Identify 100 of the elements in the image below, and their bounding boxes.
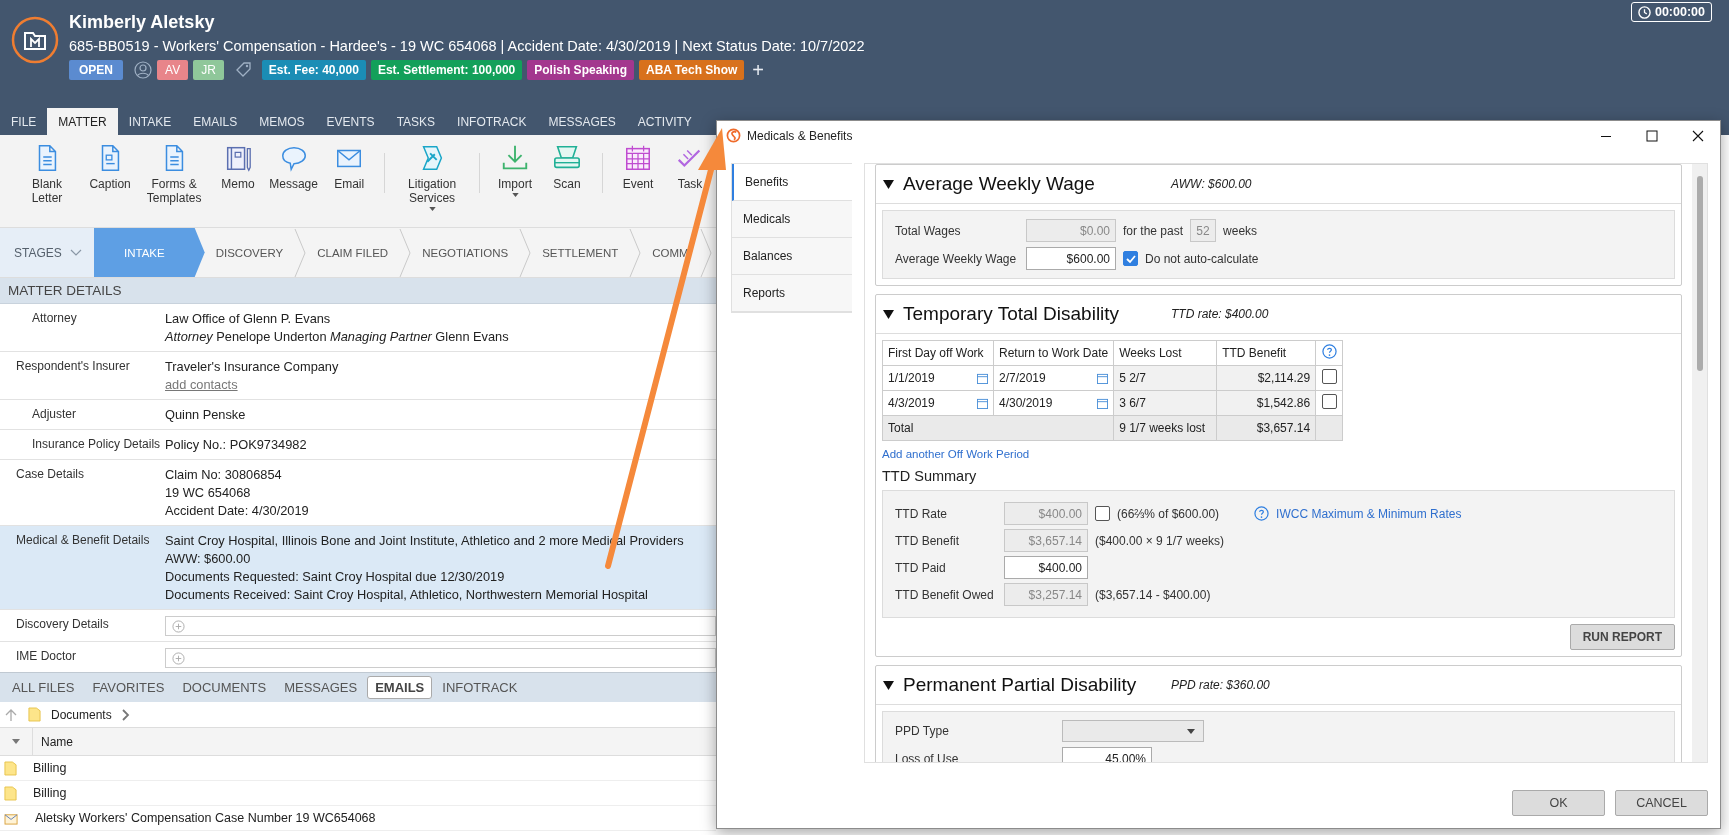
toolbar-button[interactable]: Caption: [84, 139, 137, 195]
table-cell: 5 2/7: [1113, 365, 1217, 391]
detail-row[interactable]: IME Doctor: [0, 642, 716, 672]
menu-tab[interactable]: INTAKE: [117, 108, 183, 135]
close-icon[interactable]: [1692, 129, 1704, 142]
detail-value: Documents Requested: Saint Croy Hospital due 12/30/2019: [165, 568, 506, 586]
stage-step[interactable]: DISCOVERY: [204, 228, 295, 277]
menu-tab[interactable]: FILE: [0, 108, 48, 135]
toolbar-button[interactable]: Litigation Services: [394, 139, 471, 215]
up-arrow-icon[interactable]: [4, 707, 18, 722]
table-cell: 9 1/7 weeks lost: [1113, 415, 1217, 441]
detail-row[interactable]: Attorney Law Office of Glenn P. Evans Attorney Penelope Underton Managing Partner Glenn Evans: [0, 304, 716, 352]
menu-tab[interactable]: EVENTS: [315, 108, 386, 135]
file-name[interactable]: Billing: [33, 786, 67, 800]
add-field[interactable]: [165, 616, 716, 636]
toolbar-button[interactable]: Email: [323, 139, 376, 195]
stages-dropdown[interactable]: STAGES: [0, 228, 94, 277]
detail-row[interactable]: Respondent's Insurer Traveler's Insurance Company add contacts: [0, 352, 716, 400]
run-report-button[interactable]: RUN REPORT: [1569, 624, 1675, 650]
breadcrumb-folder[interactable]: Documents: [51, 707, 112, 722]
help-icon[interactable]: [1321, 344, 1337, 359]
menu-tab[interactable]: ACTIVITY: [626, 108, 703, 135]
menu-tab[interactable]: EMAILS: [182, 108, 249, 135]
menu-tab[interactable]: TASKS: [385, 108, 447, 135]
document-category-tab[interactable]: ALL FILES: [4, 676, 83, 699]
menu-tab[interactable]: MEMOS: [248, 108, 316, 135]
caret-icon: [1187, 728, 1195, 734]
document-category-tab[interactable]: DOCUMENTS: [174, 676, 275, 699]
document-category-tab[interactable]: MESSAGES: [276, 676, 366, 699]
section-title: Average Weekly Wage: [903, 173, 1096, 195]
average-weekly-wage-field[interactable]: $600.00: [1026, 247, 1116, 270]
field-label: TTD Benefit Owed: [895, 587, 995, 602]
toolbar-button[interactable]: Memo: [212, 139, 264, 195]
calendar-icon[interactable]: [977, 397, 988, 409]
sort-caret-icon[interactable]: [12, 739, 20, 744]
stage-step[interactable]: CLAIM FILED: [306, 228, 400, 277]
rate-text: AWW: $600.00: [1171, 177, 1252, 191]
rates-link[interactable]: IWCC Maximum & Minimum Rates: [1276, 506, 1462, 521]
help-icon[interactable]: [1254, 506, 1270, 521]
tag-badge[interactable]: Est. Fee: 40,000: [261, 60, 366, 80]
field-label: TTD Paid: [895, 560, 947, 575]
field-label: PPD Type: [895, 724, 950, 738]
add-field[interactable]: [165, 648, 716, 668]
client-name: Kimberly Aletsky: [69, 12, 216, 33]
amount-field[interactable]: $400.00: [1004, 556, 1088, 579]
menu-tab[interactable]: MESSAGES: [537, 108, 627, 135]
checkbox-label: Do not auto-calculate: [1145, 251, 1259, 266]
collapse-triangle-icon[interactable]: [883, 680, 894, 690]
add-period-link[interactable]: Add another Off Work Period: [882, 448, 1030, 460]
file-name[interactable]: Aletsky Workers' Compensation Case Number 19 WC654068: [35, 811, 376, 825]
calendar-icon[interactable]: [1097, 372, 1109, 384]
calendar-icon[interactable]: [1097, 397, 1109, 409]
collapse-triangle-icon[interactable]: [883, 309, 894, 319]
toolbar-button[interactable]: Blank Letter: [10, 139, 85, 209]
scrollbar[interactable]: [1692, 164, 1707, 762]
maximize-icon[interactable]: [1646, 129, 1658, 142]
column-header: First Day off Work: [882, 340, 994, 366]
document-category-tab[interactable]: FAVORITES: [84, 676, 173, 699]
detail-row[interactable]: Adjuster Quinn Penske: [0, 400, 716, 430]
tag-badge[interactable]: Polish Speaking: [527, 60, 634, 80]
menu-tab[interactable]: MATTER: [47, 108, 118, 135]
detail-row[interactable]: Insurance Policy Details Policy No.: POK9734982: [0, 430, 716, 460]
column-header[interactable]: Name: [33, 734, 73, 749]
checkbox[interactable]: [1321, 369, 1337, 384]
side-tab[interactable]: Benefits: [732, 164, 852, 201]
file-name[interactable]: Billing: [33, 761, 67, 775]
calendar-icon[interactable]: [977, 372, 988, 384]
document-category-tab[interactable]: EMAILS: [367, 676, 433, 699]
menu-tab[interactable]: INFOTRACK: [446, 108, 538, 135]
field-label: Total Wages: [895, 223, 962, 238]
toolbar-button[interactable]: Forms & Templates: [136, 139, 212, 209]
chevron-divider: [294, 228, 307, 277]
dialog-button[interactable]: OK: [1512, 790, 1605, 816]
dialog-button[interactable]: CANCEL: [1615, 790, 1708, 816]
checkbox[interactable]: [1123, 251, 1138, 266]
matter-subtitle: 685-BB0519 - Workers' Compensation - Hardee's - 19 WC 654068 | Accident Date: 4/30/2019 | Next Status Date: 10/7/2022: [69, 38, 865, 54]
toolbar-button[interactable]: Event: [612, 139, 664, 195]
checkbox[interactable]: [1095, 506, 1110, 521]
stage-step[interactable]: NEGOTIATIONS: [411, 228, 520, 277]
toolbar-button[interactable]: Message: [264, 139, 324, 195]
add-tag-button[interactable]: +: [749, 62, 767, 78]
caret-icon: [428, 207, 436, 211]
field-text: weeks: [1223, 223, 1258, 238]
side-tab[interactable]: Balances: [732, 238, 852, 275]
side-tab[interactable]: Medicals: [732, 201, 852, 238]
timer-button[interactable]: 00:00:00: [1630, 2, 1712, 22]
add-contacts-link[interactable]: add contacts: [165, 376, 238, 394]
side-tab[interactable]: Reports: [732, 275, 852, 312]
toolbar-button[interactable]: Import: [489, 139, 542, 201]
toolbar-button[interactable]: Task: [664, 139, 716, 195]
toolbar-button[interactable]: Scan: [541, 139, 594, 195]
chevron-divider: [629, 228, 642, 277]
collapse-triangle-icon[interactable]: [883, 179, 894, 189]
detail-row[interactable]: Discovery Details: [0, 610, 716, 642]
loss-of-use-field[interactable]: 45.00%: [1062, 747, 1152, 762]
document-category-tab[interactable]: INFOTRACK: [434, 676, 526, 699]
stage-step[interactable]: SETTLEMENT: [531, 228, 630, 277]
column-header: TTD Benefit: [1216, 340, 1316, 366]
chevron-right-icon[interactable]: [121, 708, 130, 721]
checkbox[interactable]: [1321, 394, 1337, 409]
